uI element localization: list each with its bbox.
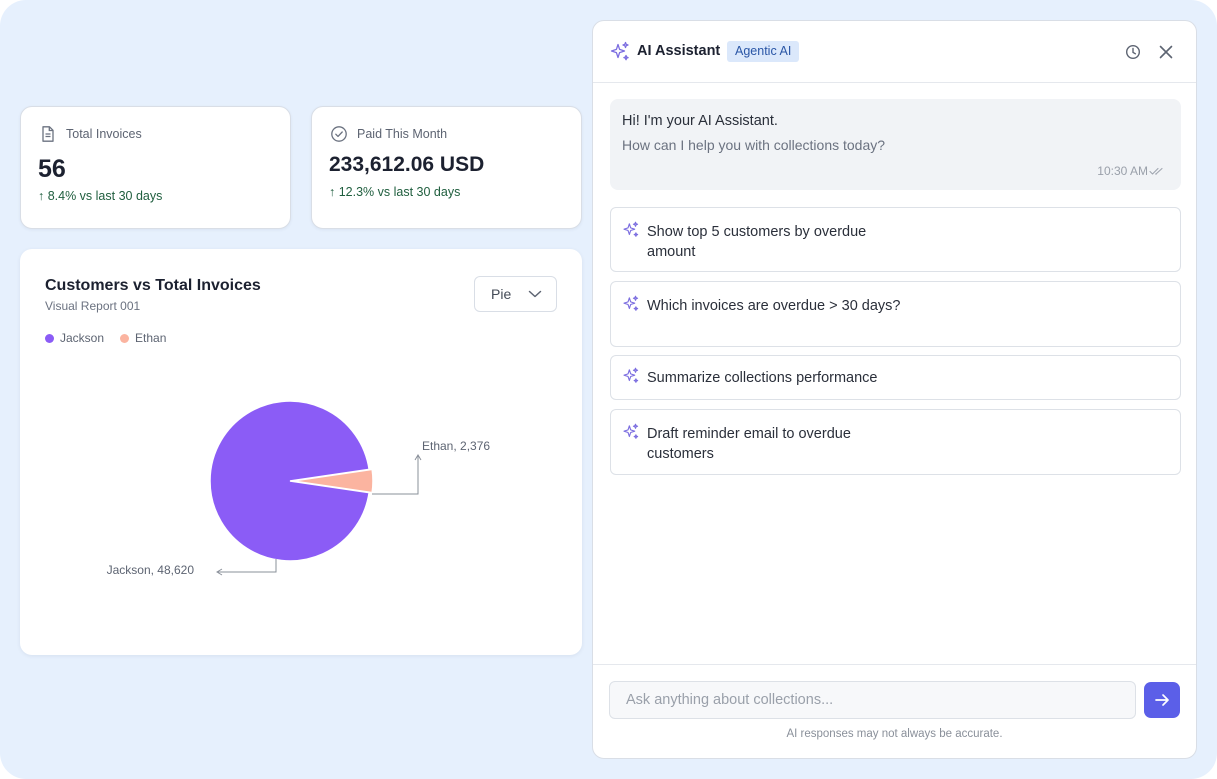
kpi-card-total-invoices: Total Invoices 56 ↑ 8.4% vs last 30 days: [20, 106, 291, 229]
kpi-label: Total Invoices: [66, 127, 142, 141]
document-icon: [42, 126, 54, 142]
suggestion-item[interactable]: Show top 5 customers by overdue amount: [610, 207, 1181, 272]
close-icon[interactable]: [1156, 42, 1176, 62]
kpi-delta: ↑ 8.4% vs last 30 days: [38, 189, 163, 203]
panel-footer: AI responses may not always be accurate.: [593, 664, 1196, 758]
sparkle-icon: [623, 423, 639, 439]
greeting-text: Hi! I'm your AI Assistant.: [622, 113, 778, 129]
chart-card: Customers vs Total Invoices Visual Repor…: [20, 249, 582, 655]
suggestion-item[interactable]: Which invoices are overdue > 30 days?: [610, 281, 1181, 347]
kpi-header: Total Invoices: [39, 125, 142, 143]
chat-input[interactable]: [609, 681, 1136, 719]
kpi-card-paid-this-month: Paid This Month 233,612.06 USD ↑ 12.3% v…: [311, 106, 582, 229]
agentic-badge: Agentic AI: [727, 41, 800, 62]
data-label-ethan: Ethan, 2,376: [422, 439, 490, 453]
kpi-value: 56: [38, 155, 66, 183]
sparkle-icon: [610, 41, 629, 61]
kpi-delta: ↑ 12.3% vs last 30 days: [329, 185, 461, 199]
leader-line-ethan: [372, 454, 422, 495]
arrow-right-icon: [1155, 694, 1169, 706]
kpi-header: Paid This Month: [330, 125, 447, 143]
panel-header: AI Assistant Agentic AI: [593, 21, 1196, 83]
sparkle-icon: [623, 367, 639, 383]
assistant-message: Hi! I'm your AI Assistant. How can I hel…: [610, 99, 1181, 190]
suggestion-text: Summarize collections performance: [647, 370, 878, 386]
ai-assistant-panel: AI Assistant Agentic AI Hi! I'm your AI …: [592, 20, 1197, 759]
panel-title: AI Assistant: [637, 43, 721, 59]
sparkle-icon: [623, 295, 639, 311]
suggestion-text: Draft reminder email to overdue customer…: [647, 426, 851, 462]
suggestion-text: Show top 5 customers by overdue amount: [647, 224, 867, 260]
suggestion-text: Which invoices are overdue > 30 days?: [647, 298, 901, 314]
sparkle-icon: [623, 221, 639, 237]
kpi-value: 233,612.06 USD: [329, 153, 485, 176]
data-label-jackson: Jackson, 48,620: [107, 563, 195, 577]
suggestion-item[interactable]: Draft reminder email to overdue customer…: [610, 409, 1181, 475]
pie-chart: Ethan, 2,376 Jackson, 48,620: [107, 400, 490, 577]
check-circle-icon: [331, 126, 347, 142]
suggestion-item[interactable]: Summarize collections performance: [610, 355, 1181, 400]
message-timestamp: 10:30 AM: [1097, 164, 1165, 178]
send-button[interactable]: [1144, 682, 1180, 718]
double-check-icon: [1149, 167, 1163, 175]
timestamp-text: 10:30 AM: [1097, 164, 1148, 178]
kpi-label: Paid This Month: [357, 127, 448, 141]
disclaimer-text: AI responses may not always be accurate.: [786, 728, 1003, 740]
app-background: Total Invoices 56 ↑ 8.4% vs last 30 days…: [0, 0, 1217, 779]
history-icon[interactable]: [1123, 42, 1143, 62]
question-text: How can I help you with collections toda…: [622, 137, 886, 153]
leader-line-jackson: [216, 559, 277, 576]
